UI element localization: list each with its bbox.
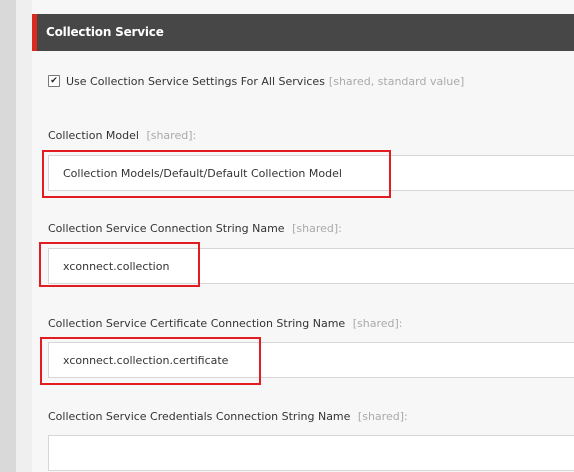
field-label-text: Collection Service Certificate Connectio… (48, 317, 346, 330)
collection-model-value: Collection Models/Default/Default Collec… (63, 167, 342, 180)
connection-string-label: Collection Service Connection String Nam… (48, 222, 342, 235)
field-label-suffix: [shared]: (146, 129, 197, 142)
certificate-string-value: xconnect.collection.certificate (63, 354, 229, 367)
left-gutter-inner (16, 0, 32, 472)
use-settings-checkbox[interactable]: ✔ (48, 75, 60, 87)
left-scroll-gutter (0, 0, 16, 472)
field-label-suffix: [shared]: (292, 222, 342, 235)
field-label-text: Collection Service Credentials Connectio… (48, 410, 351, 423)
field-label-suffix: [shared]: (352, 317, 403, 330)
section-accent-bar (32, 14, 37, 51)
content-panel (32, 0, 574, 472)
field-label-text: Collection Service Connection String Nam… (48, 222, 285, 235)
section-header[interactable]: Collection Service (32, 14, 574, 51)
field-label-suffix: [shared]: (357, 410, 408, 423)
use-settings-row: ✔ Use Collection Service Settings For Al… (48, 73, 464, 89)
section-title: Collection Service (46, 25, 164, 39)
certificate-string-label: Collection Service Certificate Connectio… (48, 317, 402, 330)
checkmark-icon: ✔ (50, 75, 58, 86)
credentials-string-label: Collection Service Credentials Connectio… (48, 410, 408, 423)
connection-string-value: xconnect.collection (63, 260, 170, 273)
field-label-text: Collection Model (48, 129, 139, 142)
credentials-string-input[interactable] (48, 435, 574, 471)
collection-model-label: Collection Model [shared]: (48, 129, 196, 142)
use-settings-label: Use Collection Service Settings For All … (66, 74, 325, 88)
use-settings-suffix: [shared, standard value] (328, 74, 465, 88)
